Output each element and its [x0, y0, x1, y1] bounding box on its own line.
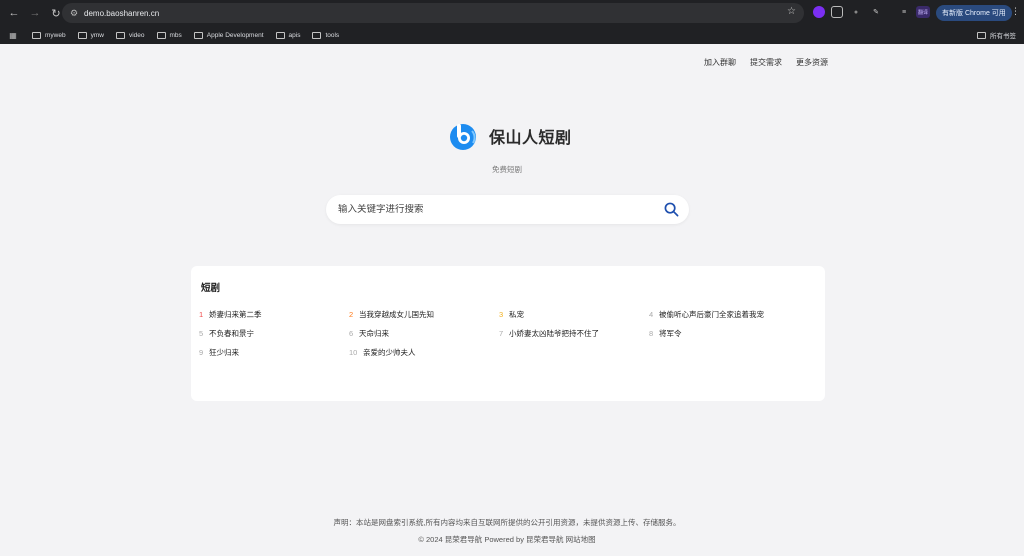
list-item[interactable]: 7 小娇妻太凶陆爷把持不住了 — [499, 328, 649, 339]
rank-number: 2 — [349, 310, 354, 319]
nav-link-join-group[interactable]: 加入群聊 — [704, 57, 736, 68]
chrome-menu-icon[interactable]: ⋮ — [1011, 6, 1020, 17]
extensions-puzzle-icon[interactable]: ✎ — [870, 6, 882, 18]
search-icon[interactable] — [664, 202, 679, 217]
back-icon[interactable]: ← — [5, 4, 23, 22]
drama-list-card: 短剧 1 娇妻归来第二季 2 当我穿越成女儿国先知 3 私宠 4 被偷听心声后豪门全家追… — [191, 266, 825, 401]
bookmark-folder[interactable]: ymw — [77, 31, 104, 39]
list-item[interactable]: 5 不负春和景宁 — [199, 328, 349, 339]
folder-icon — [193, 31, 203, 39]
url-text[interactable]: demo.baoshanren.cn — [84, 9, 159, 18]
list-row: 9 狂少归来 10 亲爱的少帅夫人 — [199, 343, 819, 362]
drama-title[interactable]: 不负春和景宁 — [209, 328, 254, 339]
drama-title[interactable]: 私宠 — [509, 309, 524, 320]
folder-icon — [977, 31, 986, 39]
bookmark-folder[interactable]: myweb — [32, 31, 66, 39]
browser-chrome: ← → ↻ ⚙ demo.baoshanren.cn ☆ ● ✎ ≡ 翻译 有新… — [0, 0, 1024, 44]
bookmark-folder[interactable]: Apple Development — [193, 31, 264, 39]
brand[interactable]: 保山人短剧 — [446, 121, 572, 151]
drama-title[interactable]: 被偷听心声后豪门全家追着我宠 — [659, 309, 764, 320]
rank-number: 1 — [199, 310, 204, 319]
site-title: 保山人短剧 — [489, 130, 572, 147]
drama-title[interactable]: 当我穿越成女儿国先知 — [359, 309, 434, 320]
list-item[interactable]: 3 私宠 — [499, 309, 649, 320]
search-input[interactable] — [338, 204, 648, 215]
folder-icon — [32, 31, 41, 39]
address-bar[interactable]: ⚙ demo.baoshanren.cn ☆ — [62, 3, 804, 23]
rank-number: 5 — [199, 329, 204, 338]
folder-icon — [156, 31, 166, 39]
drama-title[interactable]: 天命归来 — [359, 328, 389, 339]
list-item[interactable]: 2 当我穿越成女儿国先知 — [349, 309, 499, 320]
drama-title[interactable]: 亲爱的少帅夫人 — [363, 347, 416, 358]
site-info-icon[interactable]: ⚙ — [66, 5, 82, 21]
section-title: 短剧 — [201, 283, 221, 294]
apps-grid-icon[interactable]: ▦ — [8, 30, 18, 40]
bookmarks-bar: ▦ myweb ymw video mbs Apple Development … — [0, 26, 1024, 44]
drama-title[interactable]: 小娇妻太凶陆爷把持不住了 — [509, 328, 599, 339]
forward-icon[interactable]: → — [26, 4, 44, 22]
list-item[interactable]: 10 亲爱的少帅夫人 — [349, 347, 499, 358]
list-item[interactable]: 4 被偷听心声后豪门全家追着我宠 — [649, 309, 819, 320]
nav-link-submit-request[interactable]: 提交需求 — [750, 57, 782, 68]
rank-number: 9 — [199, 348, 204, 357]
drama-title[interactable]: 将军令 — [659, 328, 682, 339]
site-subtitle: 免费短剧 — [492, 165, 522, 174]
list-item[interactable]: 6 天命归来 — [349, 328, 499, 339]
rank-number: 10 — [349, 348, 358, 357]
folder-icon — [77, 31, 87, 39]
list-row: 5 不负春和景宁 6 天命归来 7 小娇妻太凶陆爷把持不住了 8 将军令 — [199, 324, 819, 343]
list-row: 1 娇妻归来第二季 2 当我穿越成女儿国先知 3 私宠 4 被偷听心声后豪门全家追着我宠 — [199, 305, 819, 324]
rank-number: 3 — [499, 310, 504, 319]
reading-list-icon[interactable]: ≡ — [898, 6, 910, 18]
folder-icon — [312, 31, 322, 39]
translate-badge-icon[interactable]: 翻译 — [916, 6, 930, 18]
page-content: 加入群聊 提交需求 更多资源 保山人短剧 免费短剧 短剧 1 娇妻归来第二季 — [0, 44, 1024, 556]
bookmark-folder[interactable]: mbs — [156, 31, 182, 39]
extension-window-icon[interactable] — [831, 6, 843, 18]
logo-icon — [446, 121, 481, 151]
drama-title[interactable]: 狂少归来 — [209, 347, 239, 358]
bookmark-folder[interactable]: apis — [275, 31, 300, 39]
list-item[interactable]: 8 将军令 — [649, 328, 819, 339]
list-item[interactable]: 1 娇妻归来第二季 — [199, 309, 349, 320]
footer-copyright[interactable]: © 2024 昆荣君导航 Powered by 昆荣君导航 网站地图 — [0, 534, 1014, 545]
all-bookmarks[interactable]: 所有书签 — [977, 30, 1016, 40]
folder-icon — [115, 31, 125, 39]
extension-purple-icon[interactable] — [813, 6, 825, 18]
folder-icon — [275, 31, 285, 39]
list-item[interactable]: 9 狂少归来 — [199, 347, 349, 358]
drama-title[interactable]: 娇妻归来第二季 — [209, 309, 262, 320]
header-nav: 加入群聊 提交需求 更多资源 — [704, 57, 828, 68]
bookmark-star-icon[interactable]: ☆ — [787, 6, 796, 17]
rank-number: 7 — [499, 329, 504, 338]
chrome-update-button[interactable]: 有新版 Chrome 可用 — [936, 5, 1012, 21]
drama-list: 1 娇妻归来第二季 2 当我穿越成女儿国先知 3 私宠 4 被偷听心声后豪门全家追着我宠… — [199, 305, 819, 362]
rank-number: 6 — [349, 329, 354, 338]
nav-link-more-resources[interactable]: 更多资源 — [796, 57, 828, 68]
footer-disclaimer: 声明：本站是网盘索引系统,所有内容均来自互联网所提供的公开引用资源，未提供资源上… — [333, 518, 681, 527]
bookmark-folder[interactable]: tools — [312, 31, 339, 39]
bookmark-folder[interactable]: video — [115, 31, 145, 39]
extension-gray-icon[interactable]: ● — [850, 6, 862, 18]
browser-toolbar: ← → ↻ ⚙ demo.baoshanren.cn ☆ ● ✎ ≡ 翻译 有新… — [0, 0, 1024, 26]
rank-number: 4 — [649, 310, 654, 319]
search-box — [326, 195, 689, 224]
rank-number: 8 — [649, 329, 654, 338]
